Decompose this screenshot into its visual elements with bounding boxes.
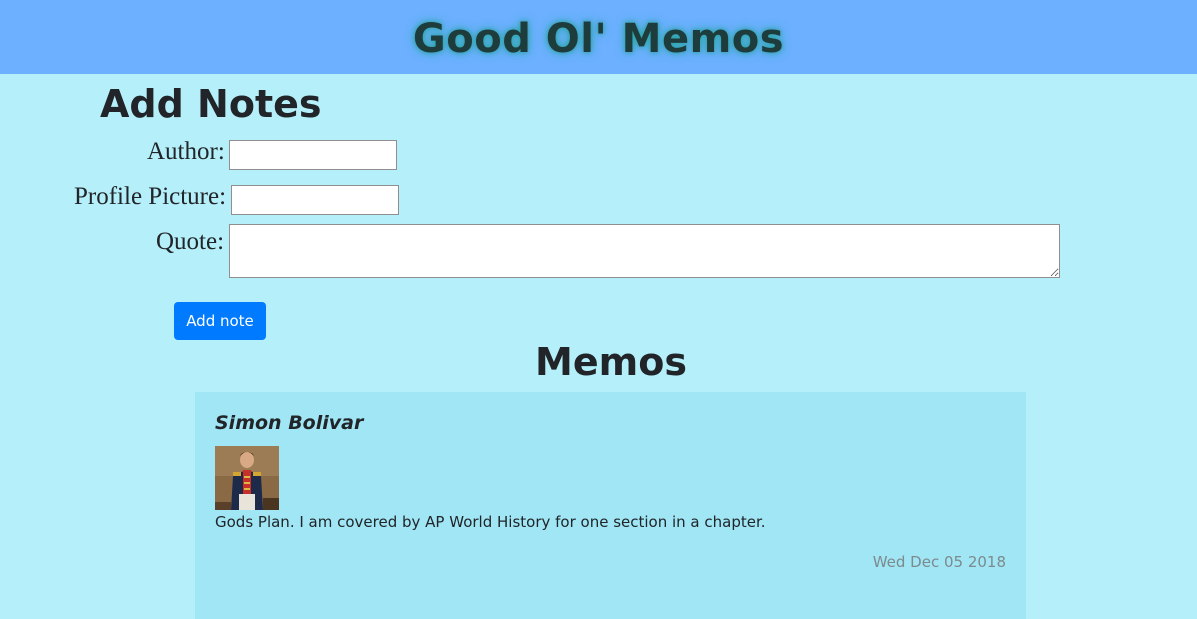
memo-date: Wed Dec 05 2018 xyxy=(872,553,1006,571)
profile-picture-label: Profile Picture: xyxy=(74,183,227,210)
memo-card: Simon Bolivar Gods Plan. I am covered by… xyxy=(195,392,1026,619)
memos-heading: Memos xyxy=(535,340,687,384)
app-header: Good Ol' Memos xyxy=(0,0,1197,74)
add-notes-heading: Add Notes xyxy=(100,82,322,126)
author-input[interactable] xyxy=(229,140,397,170)
profile-picture-input[interactable] xyxy=(231,185,399,215)
add-note-button[interactable]: Add note xyxy=(174,302,266,340)
quote-label: Quote: xyxy=(156,228,225,255)
memo-quote: Gods Plan. I am covered by AP World Hist… xyxy=(215,513,766,531)
memo-profile-picture xyxy=(215,446,279,510)
app-title: Good Ol' Memos xyxy=(412,16,785,62)
author-label: Author: xyxy=(147,138,225,165)
memo-author: Simon Bolivar xyxy=(215,412,364,434)
quote-textarea[interactable] xyxy=(229,224,1060,278)
portrait-image xyxy=(215,446,279,510)
